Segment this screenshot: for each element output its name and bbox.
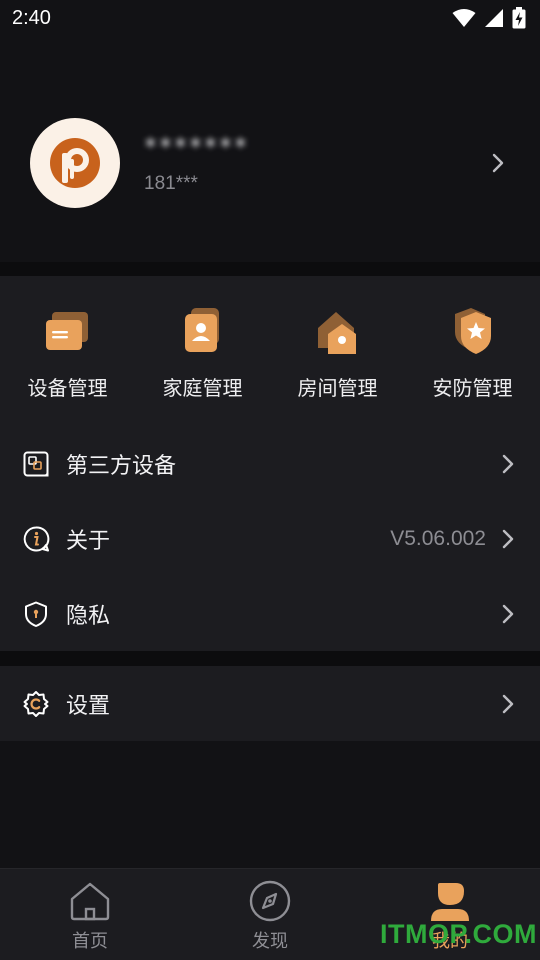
cell-signal-icon (485, 9, 503, 27)
room-house-icon (317, 312, 356, 354)
third-party-device-icon (23, 451, 49, 476)
quick-label: 房间管理 (297, 376, 378, 400)
menu-label: 设置 (66, 693, 111, 719)
compass-icon (249, 880, 291, 922)
section-divider (0, 262, 540, 276)
chevron-right-icon (502, 694, 514, 713)
privacy-shield-icon (25, 601, 47, 627)
chevron-right-icon (502, 529, 514, 548)
tab-label: 首页 (72, 931, 108, 952)
quick-device-management[interactable]: 设备管理 (0, 276, 135, 412)
app-version: V5.06.002 (390, 526, 486, 550)
device-cards-icon (45, 312, 88, 350)
settings-gear-icon (23, 690, 49, 717)
menu-label: 关于 (66, 528, 111, 554)
wifi-icon (452, 9, 476, 27)
home-icon (70, 882, 110, 921)
quick-actions: 设备管理 家庭管理 房间管理 安防管理 (0, 276, 540, 412)
chevron-right-icon (502, 454, 514, 473)
quick-label: 家庭管理 (162, 376, 243, 400)
tab-home[interactable]: 首页 (0, 869, 180, 960)
quick-label: 设备管理 (27, 376, 108, 400)
section-divider (0, 651, 540, 666)
info-bubble-icon (23, 525, 50, 551)
security-shield-icon (454, 308, 491, 354)
menu-row-third-party[interactable]: 第三方设备 (0, 426, 540, 501)
tab-label: 发现 (252, 931, 288, 952)
menu-label: 隐私 (66, 603, 111, 629)
status-bar: 2:40 (0, 0, 540, 36)
quick-room-management[interactable]: 房间管理 (270, 276, 405, 412)
status-time: 2:40 (12, 6, 51, 29)
profile-person-icon (431, 883, 469, 921)
profile-header[interactable]: ******* 181*** (0, 64, 540, 262)
quick-label: 安防管理 (432, 376, 513, 400)
tab-discover[interactable]: 发现 (180, 869, 360, 960)
menu-row-privacy[interactable]: 隐私 (0, 576, 540, 651)
menu-row-about[interactable]: 关于 V5.06.002 (0, 501, 540, 576)
quick-family-management[interactable]: 家庭管理 (135, 276, 270, 412)
chevron-right-icon (502, 604, 514, 623)
brand-p-logo-icon (50, 138, 100, 188)
watermark-text: ITMOP.COM (380, 919, 538, 949)
profile-name: ******* (144, 133, 249, 163)
menu-row-settings[interactable]: 设置 (0, 666, 540, 741)
status-icons (452, 7, 526, 29)
profile-text: ******* 181*** (144, 131, 486, 195)
chevron-right-icon (492, 153, 504, 173)
menu-label: 第三方设备 (66, 453, 177, 479)
battery-charging-icon (512, 7, 526, 29)
family-member-icon (184, 308, 219, 352)
quick-security-management[interactable]: 安防管理 (405, 276, 540, 412)
avatar[interactable] (30, 118, 120, 208)
profile-phone: 181*** (144, 173, 198, 194)
